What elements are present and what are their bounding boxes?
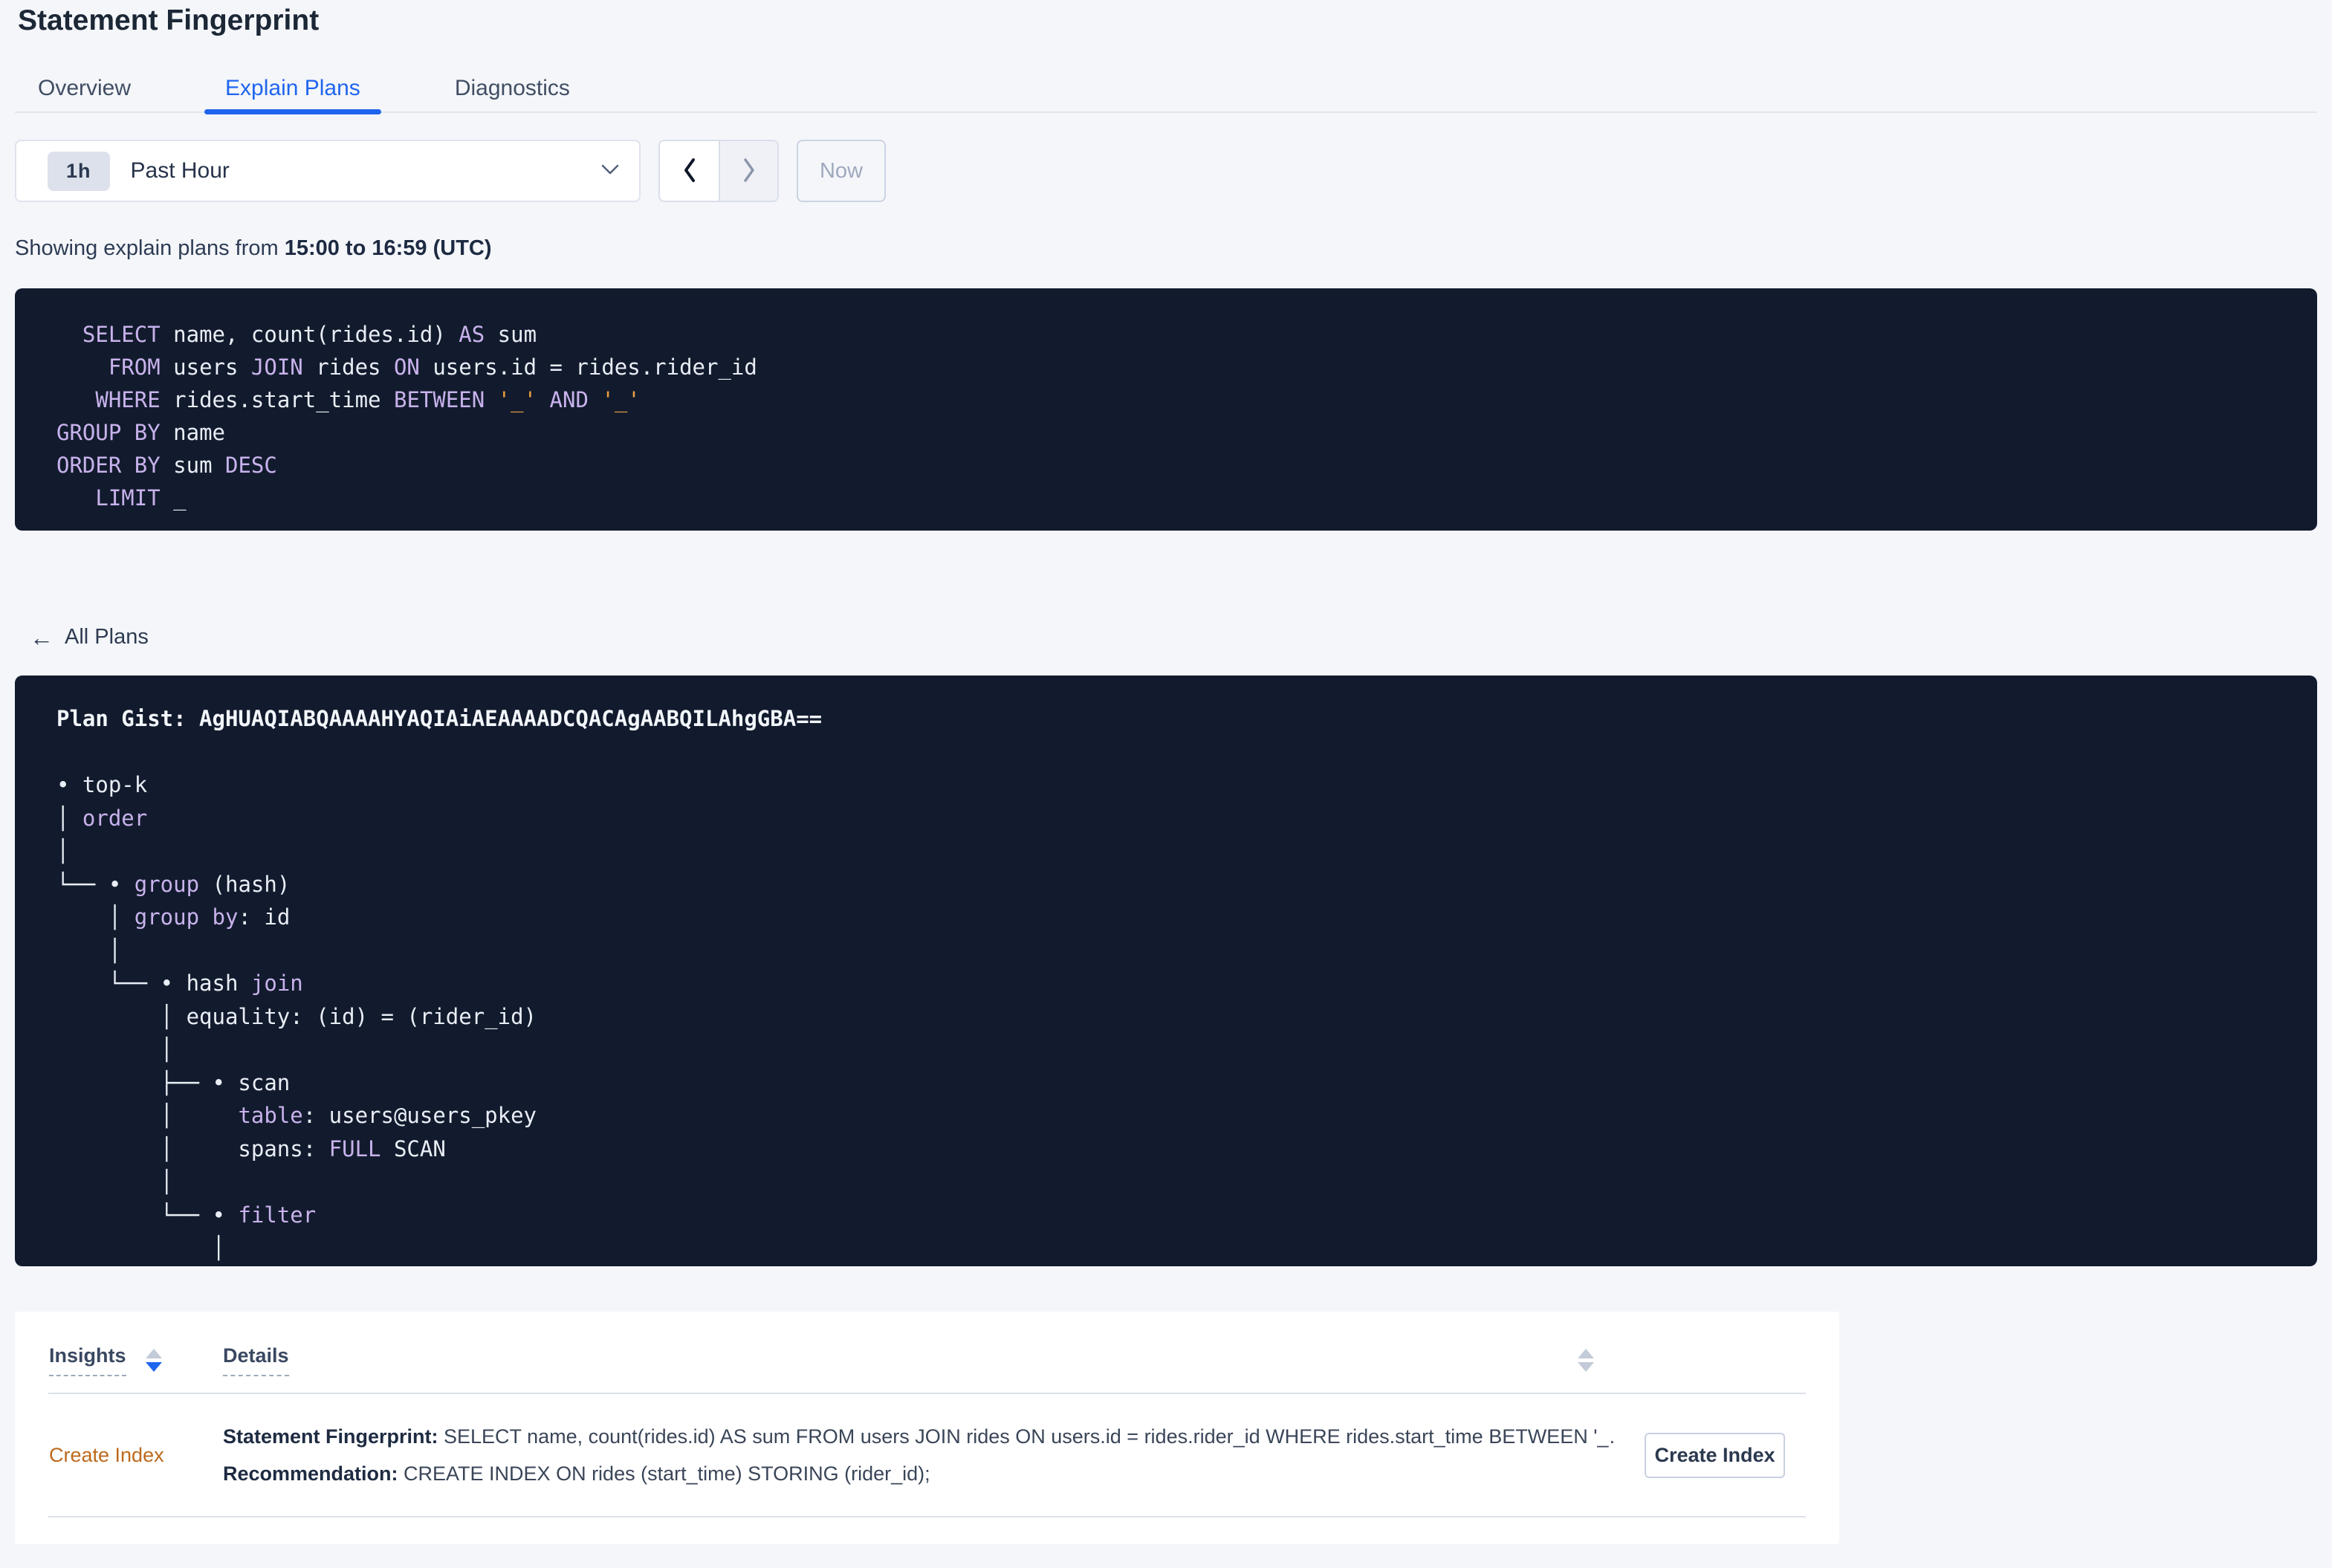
time-controls-row: 1h Past Hour Now <box>15 140 2317 202</box>
statement-fingerprint-page: Statement Fingerprint Overview Explain P… <box>0 3 2332 1568</box>
time-range-label: Past Hour <box>130 158 230 183</box>
sort-up-icon <box>1578 1349 1594 1358</box>
showing-range-prefix: Showing explain plans from <box>15 236 285 260</box>
recommendation-text: CREATE INDEX ON rides (start_time) STORI… <box>398 1462 930 1485</box>
showing-range-text: Showing explain plans from 15:00 to 16:5… <box>15 236 2317 260</box>
table-divider <box>48 1516 1806 1517</box>
next-time-button[interactable] <box>719 141 777 201</box>
details-column-header[interactable]: Details <box>223 1344 1594 1376</box>
create-index-button[interactable]: Create Index <box>1645 1432 1785 1478</box>
time-range-dropdown[interactable]: 1h Past Hour <box>15 140 641 202</box>
time-step-buttons <box>658 140 779 202</box>
all-plans-label: All Plans <box>65 625 149 649</box>
sort-up-icon <box>145 1349 162 1358</box>
plan-gist-box: Plan Gist: AgHUAQIABQAAAAHYAQIAiAEAAAADC… <box>15 676 2317 1266</box>
chevron-down-icon <box>600 163 620 180</box>
previous-time-button[interactable] <box>660 141 719 201</box>
insights-table-card: Insights Details Create Index Statement <box>15 1312 1839 1544</box>
insights-column-label: Insights <box>49 1344 126 1376</box>
create-index-link[interactable]: Create Index <box>49 1444 164 1466</box>
details-cell: Statement Fingerprint: SELECT name, coun… <box>223 1418 1615 1492</box>
tab-bar: Overview Explain Plans Diagnostics <box>15 65 2317 114</box>
chevron-left-icon <box>681 156 699 187</box>
all-plans-back-link[interactable]: ← All Plans <box>30 625 149 649</box>
sort-details-icon[interactable] <box>1578 1349 1594 1372</box>
sql-statement-box: SELECT name, count(rides.id) AS sum FROM… <box>15 288 2317 531</box>
tab-diagnostics[interactable]: Diagnostics <box>434 65 591 111</box>
now-button[interactable]: Now <box>797 140 886 202</box>
insights-table-header: Insights Details <box>15 1312 1839 1393</box>
statement-fingerprint-text: SELECT name, count(rides.id) AS sum FROM… <box>438 1425 1615 1448</box>
tab-explain-plans[interactable]: Explain Plans <box>204 65 381 114</box>
tab-overview[interactable]: Overview <box>17 65 152 111</box>
recommendation-line: Recommendation: CREATE INDEX ON rides (s… <box>223 1455 1615 1492</box>
sort-down-icon <box>145 1362 162 1372</box>
page-title: Statement Fingerprint <box>18 4 320 36</box>
time-range-badge: 1h <box>48 151 110 191</box>
table-row: Create Index Statement Fingerprint: SELE… <box>15 1394 1839 1516</box>
statement-fingerprint-line: Statement Fingerprint: SELECT name, coun… <box>223 1418 1615 1455</box>
details-column-label: Details <box>223 1344 289 1376</box>
statement-fingerprint-label: Statement Fingerprint: <box>223 1425 438 1448</box>
insight-cell: Create Index <box>49 1444 223 1467</box>
sort-down-icon <box>1578 1362 1594 1372</box>
back-arrow-icon: ← <box>30 623 54 651</box>
insights-column-header[interactable]: Insights <box>49 1344 223 1376</box>
sort-insights-icon[interactable] <box>145 1349 162 1372</box>
showing-range-value: 15:00 to 16:59 (UTC) <box>284 236 492 260</box>
chevron-right-icon <box>740 156 758 187</box>
recommendation-label: Recommendation: <box>223 1462 398 1485</box>
